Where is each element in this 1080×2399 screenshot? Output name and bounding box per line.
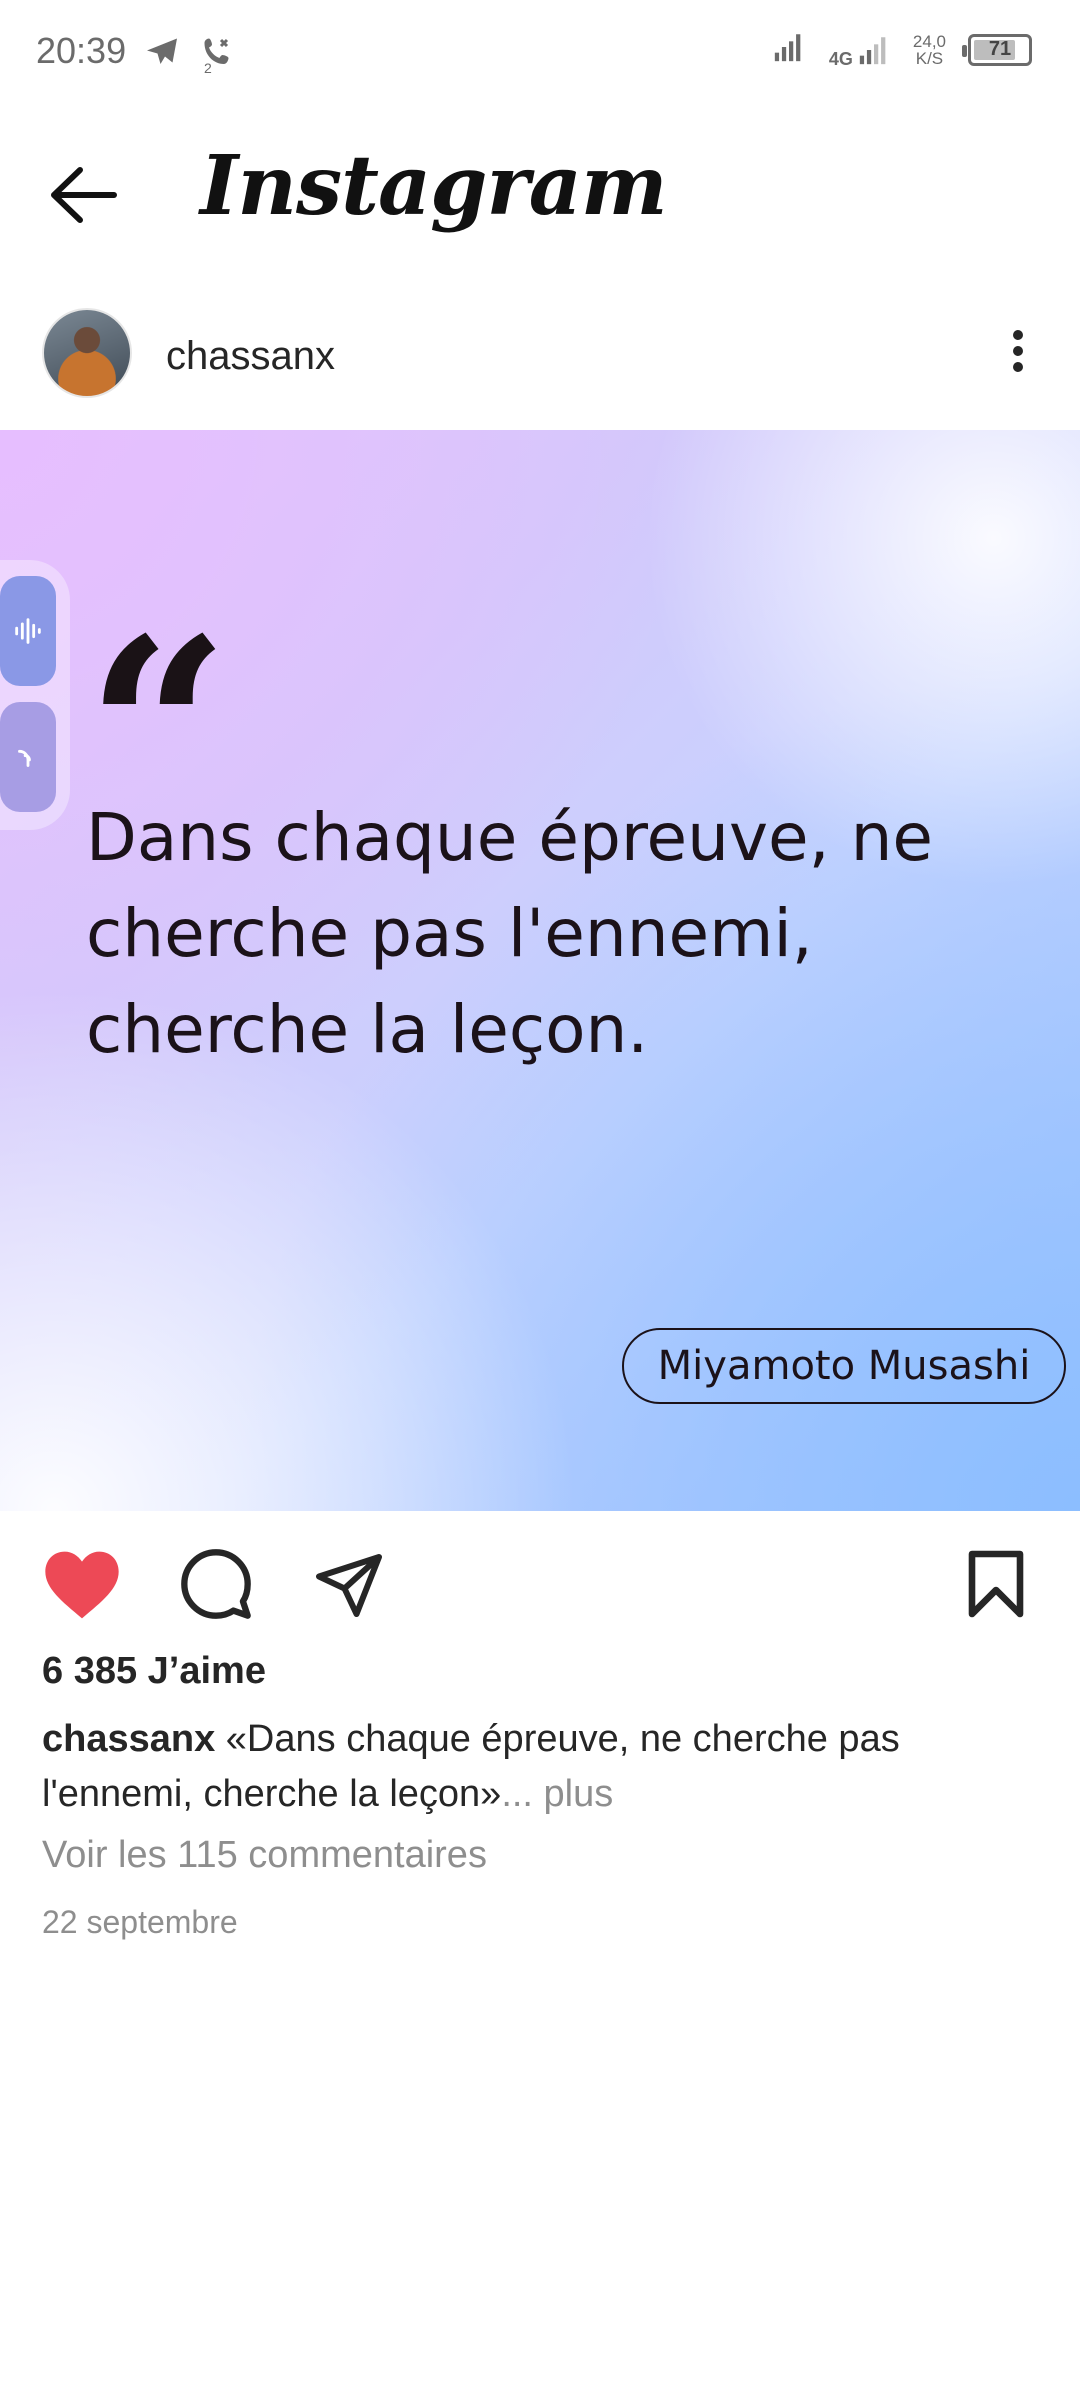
- signal-icon: [771, 30, 807, 69]
- status-bar: 20:39 2 4G 24,0 K/S 71: [0, 0, 1080, 110]
- avatar[interactable]: [42, 308, 132, 398]
- back-arrow-icon: [51, 167, 117, 223]
- notification-icons: 2: [144, 34, 236, 76]
- comment-bubble-icon: [181, 1549, 251, 1619]
- network-group: 4G: [828, 33, 891, 69]
- share-button[interactable]: [312, 1548, 386, 1625]
- back-button[interactable]: [44, 160, 124, 230]
- floating-side-widget: [0, 560, 70, 830]
- status-time: 20:39: [36, 30, 127, 71]
- caption-username[interactable]: chassanx: [42, 1718, 215, 1760]
- call-badge: 2: [204, 60, 212, 76]
- heart-filled-icon: [45, 1551, 119, 1619]
- telegram-icon: [144, 34, 180, 75]
- post-image[interactable]: “ Dans chaque épreuve, ne cherche pas l'…: [0, 430, 1080, 1511]
- caption-more-link[interactable]: ... plus: [501, 1773, 613, 1815]
- voice-wave-button[interactable]: [0, 576, 56, 686]
- quote-text: Dans chaque épreuve, ne cherche pas l'en…: [86, 799, 934, 1068]
- post-actions: [0, 1540, 1080, 1650]
- missed-call-icon: 2: [200, 34, 236, 76]
- audio-icon: [18, 749, 31, 767]
- quote-author: Miyamoto Musashi: [622, 1328, 1066, 1404]
- speed-value: 24,0: [912, 31, 946, 51]
- speed-unit: K/S: [915, 48, 944, 68]
- sound-wave-icon: [15, 618, 41, 644]
- post-date: 22 septembre: [42, 1904, 238, 1940]
- more-options-button[interactable]: [998, 324, 1038, 384]
- save-button[interactable]: [964, 1548, 1028, 1625]
- signal-2-icon: [859, 36, 886, 64]
- app-header: Instagram: [0, 120, 1080, 260]
- network-type: 4G: [828, 48, 853, 69]
- post-caption: chassanx «Dans chaque épreuve, ne cherch…: [42, 1712, 1042, 1822]
- status-right: 4G 24,0 K/S 71: [771, 30, 1032, 69]
- speed-indicator: 24,0 K/S: [913, 33, 946, 67]
- bookmark-icon: [968, 1550, 1024, 1618]
- send-paper-plane-icon: [316, 1554, 382, 1617]
- view-comments-link[interactable]: Voir les 115 commentaires: [42, 1834, 487, 1877]
- post-header: chassanx: [0, 300, 1080, 430]
- post-username[interactable]: chassanx: [166, 334, 335, 379]
- like-button[interactable]: [42, 1548, 122, 1627]
- battery-icon: 71: [962, 33, 1032, 66]
- battery-level: 71: [988, 38, 1012, 60]
- accessibility-button[interactable]: [0, 702, 56, 812]
- instagram-logo: Instagram: [200, 138, 668, 234]
- likes-count[interactable]: 6 385 J’aime: [42, 1650, 266, 1693]
- comment-button[interactable]: [178, 1546, 254, 1627]
